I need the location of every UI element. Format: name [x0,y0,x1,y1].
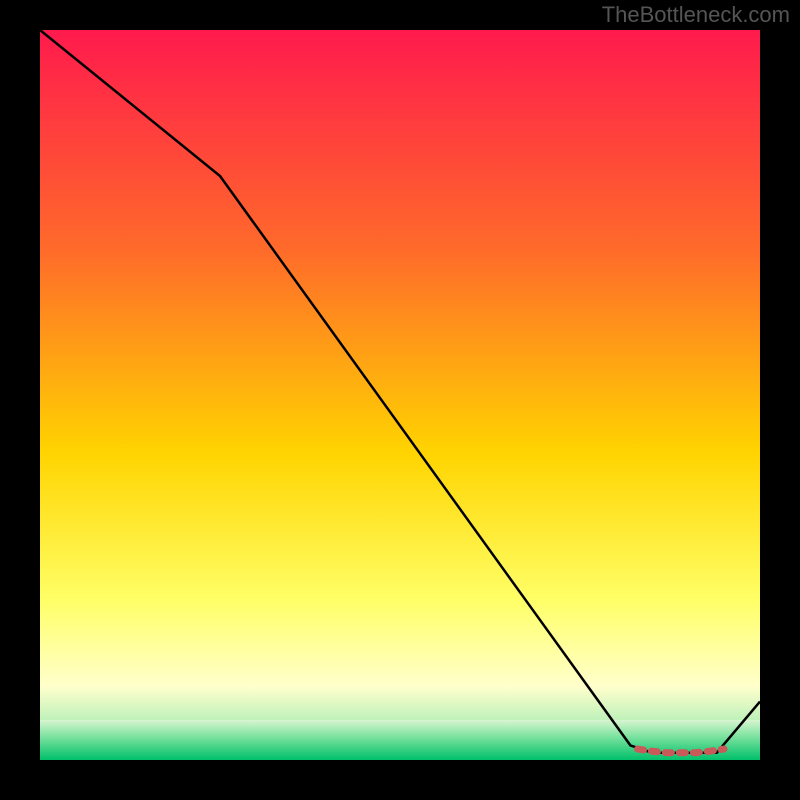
curve-path [40,30,760,753]
plot-area [40,30,760,760]
chart-container: TheBottleneck.com [0,0,800,800]
optimal-marker [638,749,724,753]
attribution-label: TheBottleneck.com [602,2,790,28]
bottleneck-curve [40,30,760,760]
